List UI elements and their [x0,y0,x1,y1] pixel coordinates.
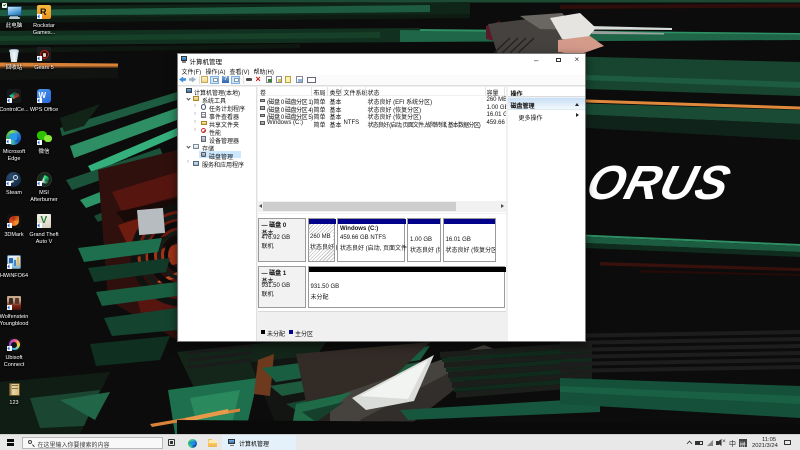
svg-text:ORUS: ORUS [581,157,736,210]
